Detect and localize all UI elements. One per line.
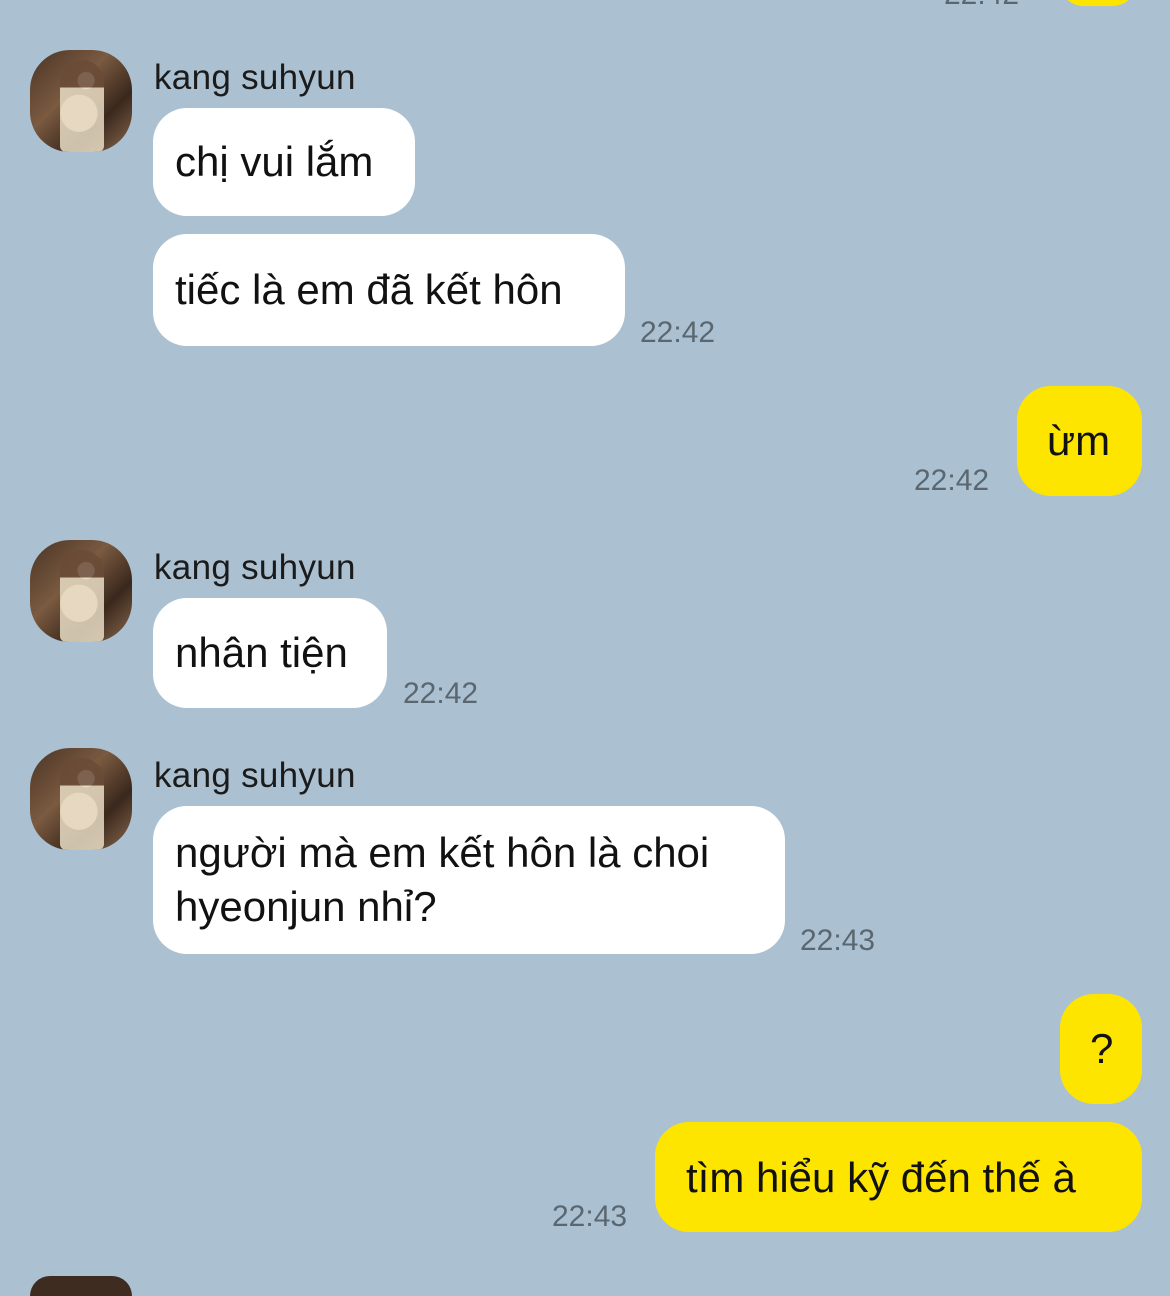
message-text: ? [1090,1025,1114,1072]
message-text-line: hyeonjun nhỉ? [175,883,437,930]
sender-name: kang suhyun [154,756,356,795]
message-timestamp: 22:43 [552,1200,628,1233]
message-bubble[interactable]: tìm hiểu kỹ đến thế à [655,1122,1142,1232]
message-text: ừm [1047,417,1111,464]
message-timestamp: 22:42 [403,677,479,710]
message-bubble[interactable]: tiếc là em đã kết hôn [153,234,625,346]
avatar[interactable] [30,748,132,850]
message-timestamp: 22:42 [640,316,716,349]
message-timestamp: 22:43 [800,924,876,957]
message-text-line: người mà em kết hôn là choi [175,829,710,876]
message-bubble[interactable]: người mà em kết hôn là choi hyeonjun nhỉ… [153,806,785,954]
message-text: tìm hiểu kỹ đến thế à [686,1154,1076,1201]
partial-timestamp: 22:42 [944,0,1019,12]
message-bubble[interactable]: chị vui lắm [153,108,415,216]
sender-name: kang suhyun [154,548,356,587]
message-timestamp: 22:42 [914,464,990,497]
message-text: chị vui lắm [175,138,374,185]
partial-outgoing-bubble[interactable] [1058,0,1138,6]
partial-avatar[interactable] [30,1276,132,1296]
avatar[interactable] [30,540,132,642]
message-text: tiếc là em đã kết hôn [175,266,563,313]
avatar[interactable] [30,50,132,152]
message-text: nhân tiện [175,629,348,676]
message-bubble[interactable]: nhân tiện [153,598,387,708]
sender-name: kang suhyun [154,58,356,97]
